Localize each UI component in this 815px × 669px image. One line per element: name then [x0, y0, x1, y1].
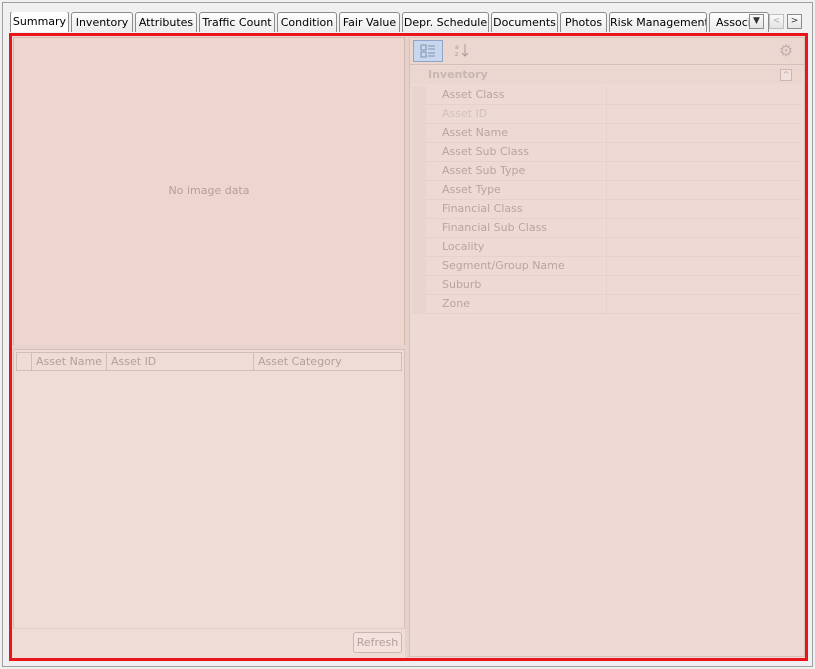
column-asset-id[interactable]: Asset ID	[107, 353, 254, 370]
tab-list-dropdown-icon[interactable]: ▼	[749, 14, 764, 29]
divider	[606, 105, 607, 123]
asset-grid: Asset Name Asset ID Asset Category	[13, 349, 405, 629]
tab-risk-management[interactable]: Risk Management	[609, 12, 707, 32]
property-name: Asset Class	[442, 88, 505, 101]
tab-inventory[interactable]: Inventory	[71, 12, 133, 32]
property-row[interactable]: Asset Type	[426, 181, 802, 200]
property-row[interactable]: Asset ID	[426, 105, 802, 124]
property-row[interactable]: Segment/Group Name	[426, 257, 802, 276]
property-row[interactable]: Locality	[426, 238, 802, 257]
property-grid-pane: a z ⚙ Inventory ^ Asset Class Asset ID A…	[409, 37, 805, 657]
property-list: Asset Class Asset ID Asset Name Asset Su…	[412, 86, 802, 314]
categorized-view-icon[interactable]	[413, 40, 443, 62]
grid-footer: Refresh	[13, 628, 405, 658]
refresh-button[interactable]: Refresh	[353, 632, 402, 653]
category-label: Inventory	[428, 68, 488, 81]
collapse-icon[interactable]: ^	[780, 69, 792, 81]
gear-icon[interactable]: ⚙	[776, 41, 796, 61]
property-name: Asset Sub Class	[442, 145, 529, 158]
property-name: Zone	[442, 297, 471, 310]
property-row[interactable]: Zone	[426, 295, 802, 314]
tab-traffic-count[interactable]: Traffic Count	[199, 12, 275, 32]
property-row[interactable]: Asset Name	[426, 124, 802, 143]
property-name: Locality	[442, 240, 485, 253]
property-row[interactable]: Suburb	[426, 276, 802, 295]
column-asset-name[interactable]: Asset Name	[32, 353, 107, 370]
tab-scroll-right-icon[interactable]: >	[787, 14, 802, 29]
divider	[606, 295, 607, 313]
tab-photos[interactable]: Photos	[560, 12, 607, 32]
asset-grid-header: Asset Name Asset ID Asset Category	[16, 352, 402, 371]
property-row[interactable]: Asset Class	[426, 86, 802, 105]
property-name: Asset Name	[442, 126, 509, 139]
tab-fair-value[interactable]: Fair Value	[339, 12, 400, 32]
property-name: Asset Sub Type	[442, 164, 526, 177]
left-pane: No image data Asset Name Asset ID Asset …	[13, 37, 405, 658]
column-asset-category[interactable]: Asset Category	[254, 353, 401, 370]
divider	[606, 124, 607, 142]
tab-documents[interactable]: Documents	[491, 12, 558, 32]
property-name: Segment/Group Name	[442, 259, 565, 272]
svg-text:a: a	[455, 44, 459, 51]
svg-text:z: z	[455, 51, 458, 58]
divider	[606, 181, 607, 199]
summary-panel: No image data Asset Name Asset ID Asset …	[9, 33, 808, 661]
tab-strip: Summary Inventory Attributes Traffic Cou…	[10, 12, 800, 33]
row-indicator-header	[17, 353, 32, 370]
property-name: Asset ID	[442, 107, 488, 120]
property-name: Financial Sub Class	[442, 221, 548, 234]
divider	[606, 219, 607, 237]
no-image-message: No image data	[168, 184, 250, 197]
divider	[606, 238, 607, 256]
property-row[interactable]: Financial Sub Class	[426, 219, 802, 238]
alphabetical-sort-icon[interactable]: a z	[447, 40, 477, 62]
divider	[606, 86, 607, 104]
property-row[interactable]: Asset Sub Class	[426, 143, 802, 162]
divider	[606, 257, 607, 275]
divider	[606, 143, 607, 161]
category-row-inventory[interactable]: Inventory ^	[410, 66, 802, 84]
property-name: Asset Type	[442, 183, 501, 196]
tab-scroll-left-icon[interactable]: <	[769, 14, 784, 29]
tab-condition[interactable]: Condition	[277, 12, 337, 32]
tab-summary[interactable]: Summary	[10, 12, 69, 32]
divider	[606, 200, 607, 218]
tab-attributes[interactable]: Attributes	[135, 12, 197, 32]
property-toolbar: a z ⚙	[410, 38, 804, 65]
divider	[606, 276, 607, 294]
image-preview: No image data	[13, 37, 405, 346]
divider	[606, 162, 607, 180]
tab-depr-schedule[interactable]: Depr. Schedule	[402, 12, 489, 32]
property-row[interactable]: Asset Sub Type	[426, 162, 802, 181]
property-name: Suburb	[442, 278, 482, 291]
property-name: Financial Class	[442, 202, 523, 215]
property-row[interactable]: Financial Class	[426, 200, 802, 219]
